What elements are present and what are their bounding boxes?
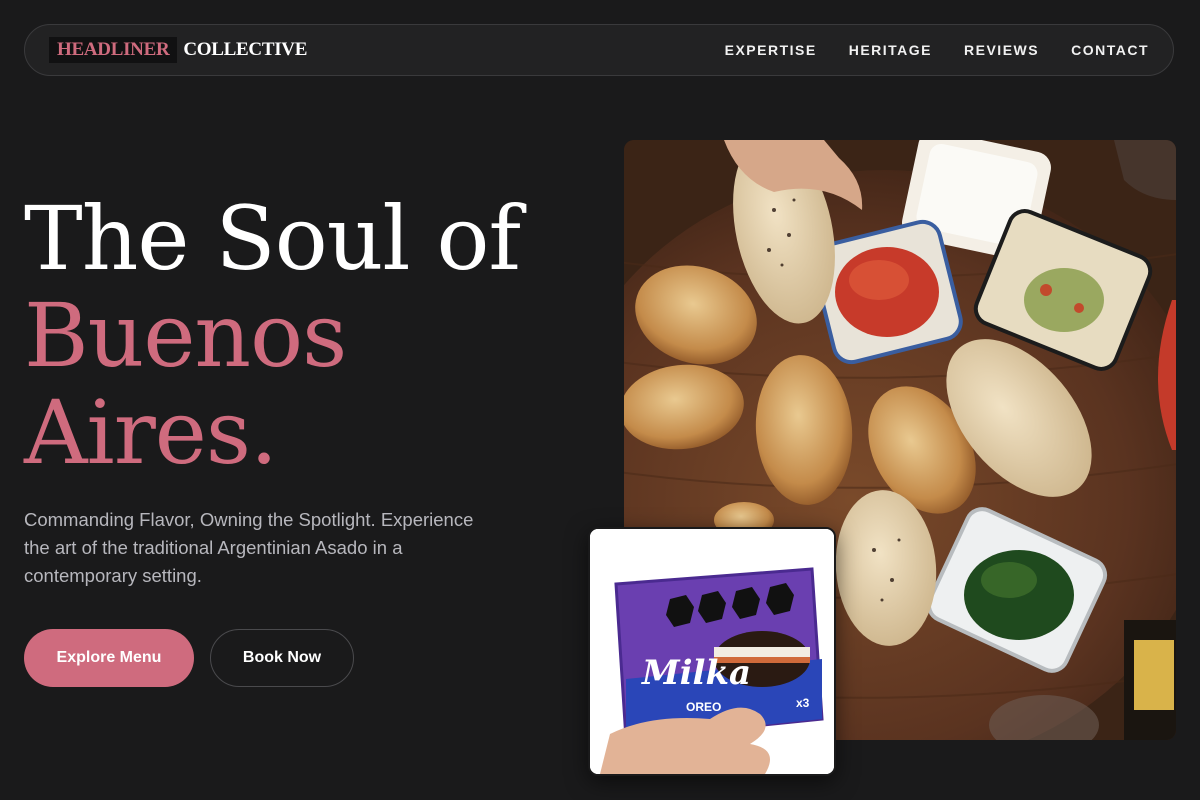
milka-logo-text: Milka bbox=[641, 653, 751, 693]
nav-links: EXPERTISE HERITAGE REVIEWS CONTACT bbox=[725, 42, 1149, 58]
top-navbar: HEADLINER COLLECTIVE EXPERTISE HERITAGE … bbox=[24, 24, 1174, 76]
nav-link-heritage[interactable]: HERITAGE bbox=[849, 42, 932, 58]
milka-oreo-photo: Milka OREO x3 bbox=[588, 527, 836, 776]
oreo-logo-text: OREO bbox=[686, 700, 721, 714]
nav-link-contact[interactable]: CONTACT bbox=[1071, 42, 1149, 58]
brand-logo[interactable]: HEADLINER COLLECTIVE bbox=[49, 37, 307, 63]
hero-title-line-1: The Soul of bbox=[24, 187, 521, 290]
hero-subtitle: Commanding Flavor, Owning the Spotlight.… bbox=[24, 509, 474, 586]
brand-logo-highlight: HEADLINER bbox=[49, 37, 178, 63]
book-now-button[interactable]: Book Now bbox=[210, 629, 354, 687]
pack-count-text: x3 bbox=[796, 696, 810, 710]
brand-logo-text: COLLECTIVE bbox=[183, 39, 308, 60]
hero-title: The Soul of Buenos Aires. bbox=[24, 187, 521, 484]
hero-title-line-2: Buenos bbox=[24, 284, 347, 387]
hero-title-line-3: Aires. bbox=[24, 381, 278, 484]
explore-menu-button[interactable]: Explore Menu bbox=[24, 629, 194, 687]
nav-link-reviews[interactable]: REVIEWS bbox=[964, 42, 1039, 58]
milka-oreo-illustration: Milka OREO x3 bbox=[590, 529, 834, 774]
nav-link-expertise[interactable]: EXPERTISE bbox=[725, 42, 817, 58]
